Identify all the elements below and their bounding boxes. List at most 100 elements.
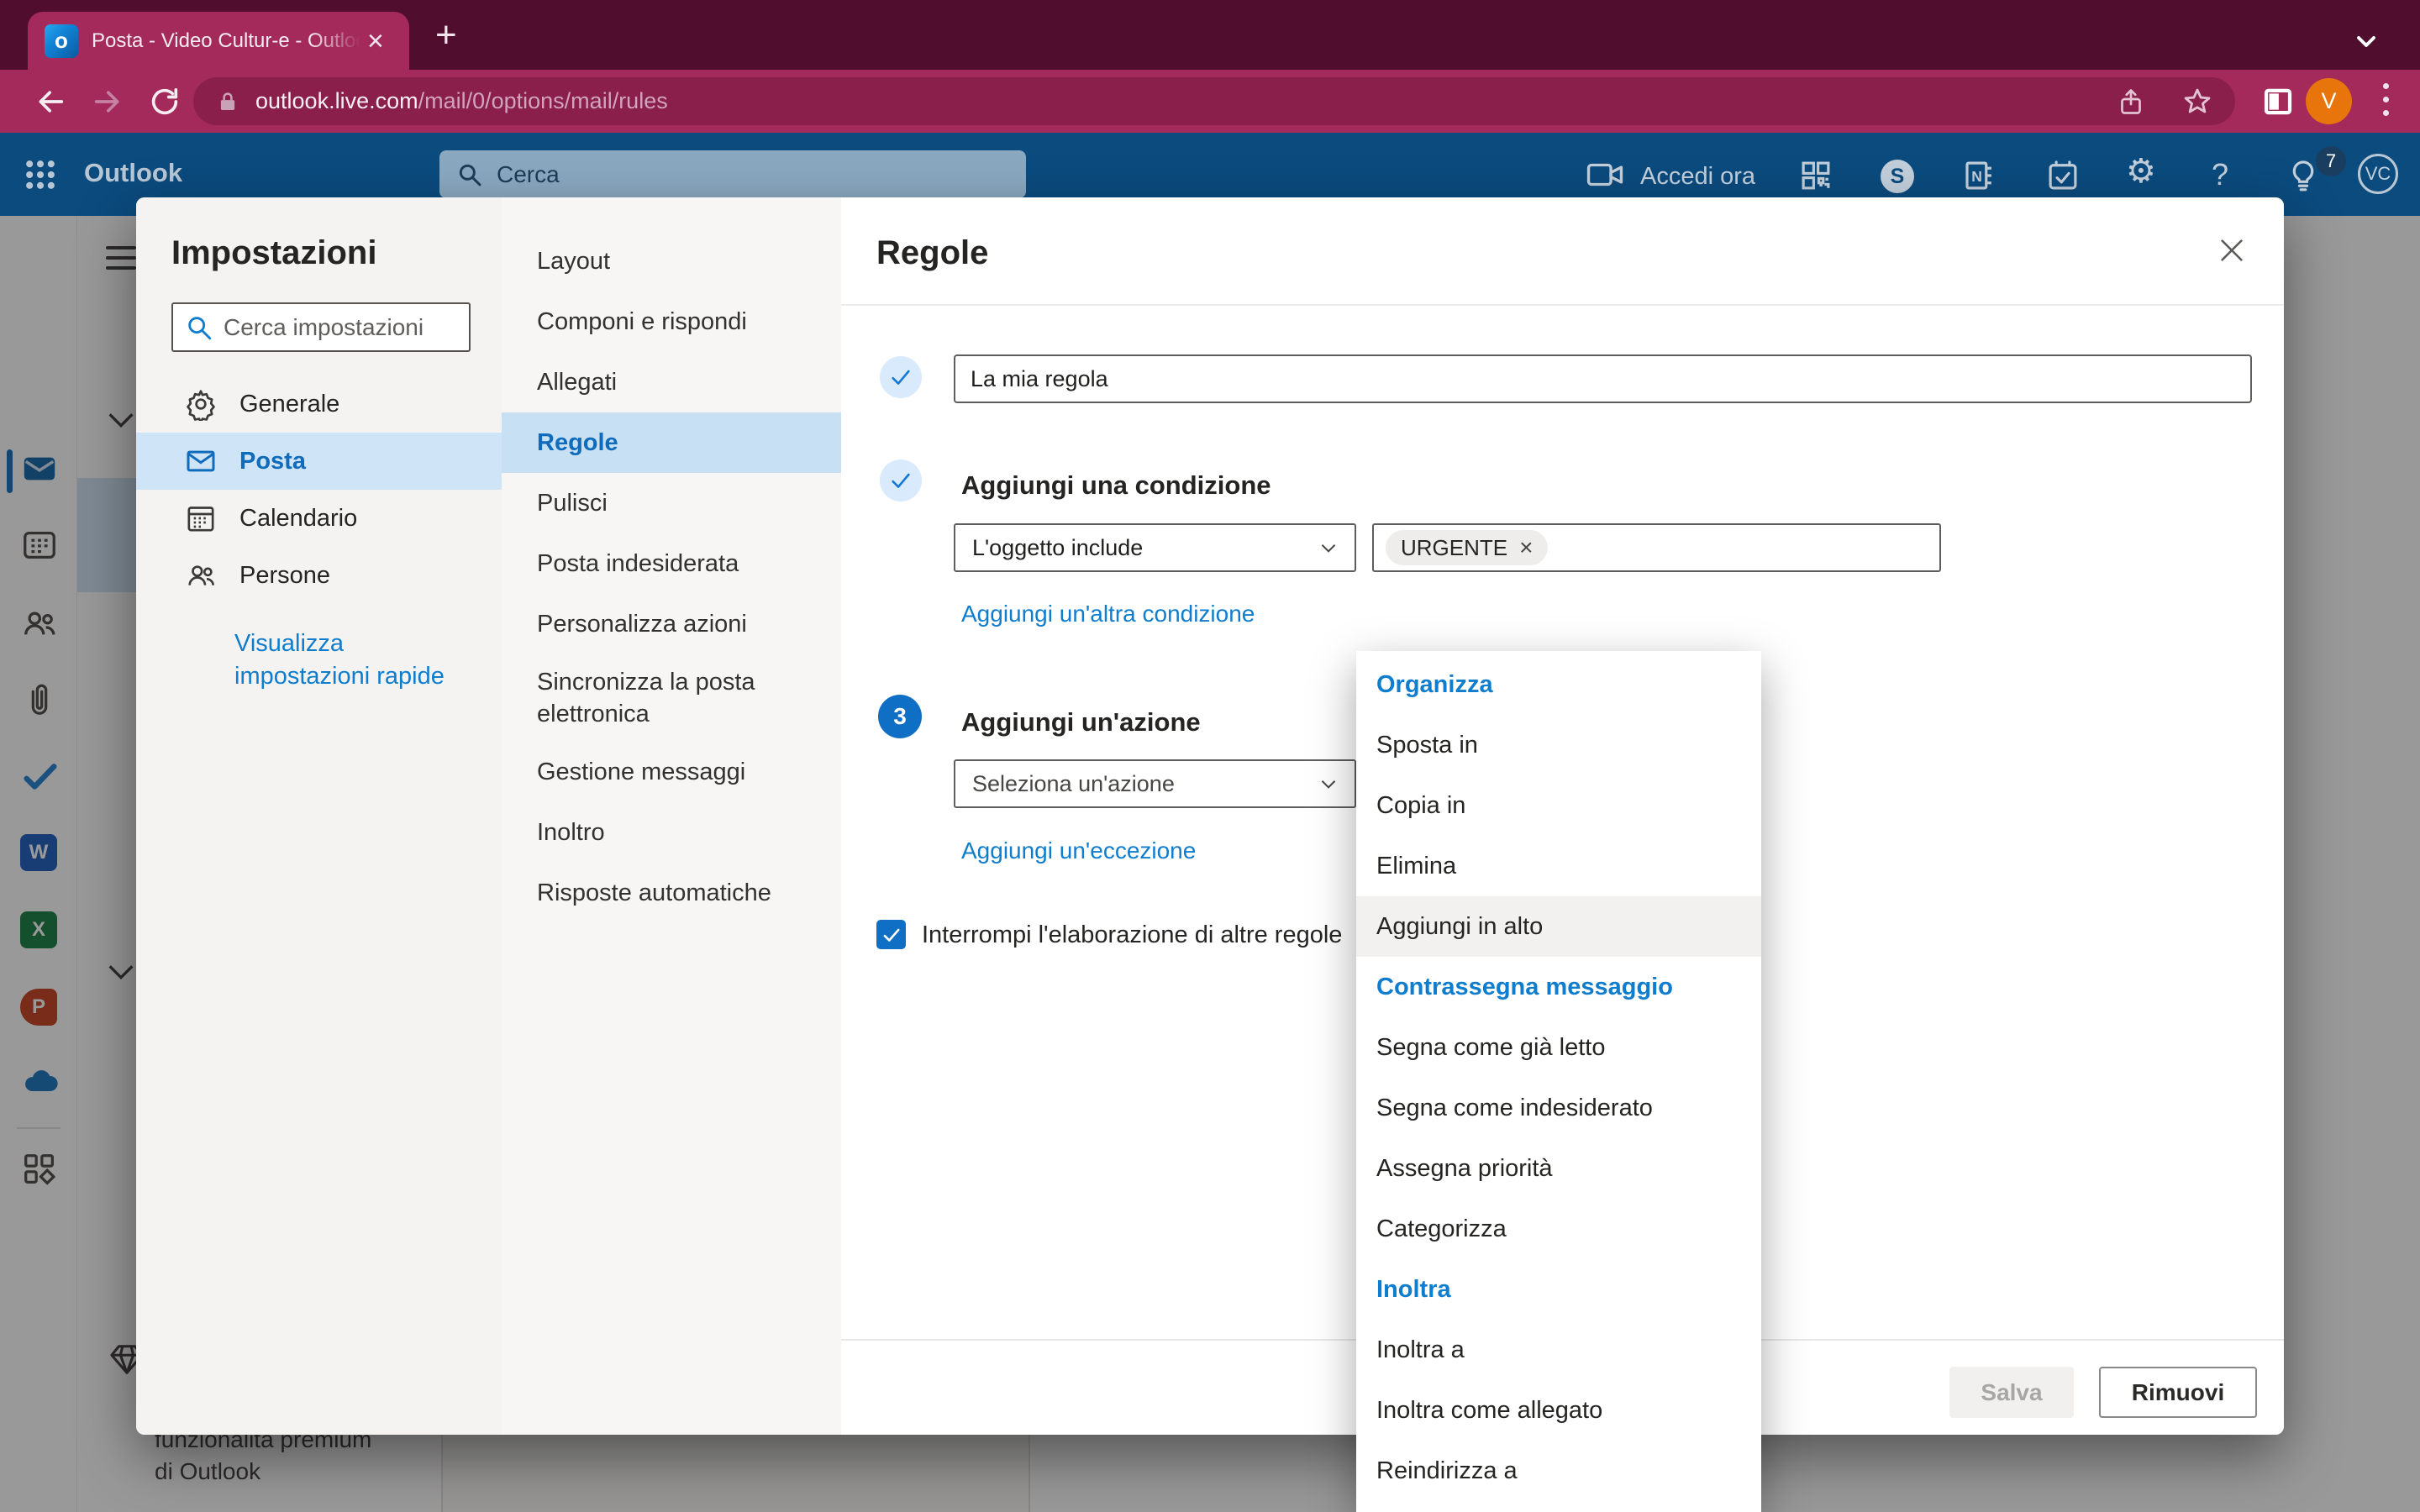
outlook-favicon-icon: o bbox=[45, 24, 78, 58]
settings-modal: Impostazioni Generale Posta Calendario P… bbox=[136, 197, 2284, 1435]
condition-select-value: L'oggetto include bbox=[972, 535, 1143, 561]
meet-camera-icon[interactable] bbox=[1586, 158, 1624, 192]
svg-text:N: N bbox=[1971, 168, 1982, 185]
sidebar-item-posta[interactable]: Posta bbox=[136, 433, 502, 490]
header-search-input[interactable] bbox=[497, 161, 967, 188]
gear-icon bbox=[182, 387, 219, 421]
subnav-item-personalizza-azioni[interactable]: Personalizza azioni bbox=[502, 594, 841, 654]
forward-button bbox=[91, 85, 124, 118]
browser-tabstrip: o Posta - Video Cultur-e - Outloo × + bbox=[0, 0, 2420, 70]
action-select-placeholder: Seleziona un'azione bbox=[972, 771, 1175, 797]
quick-settings-link[interactable]: Visualizza impostazioni rapide bbox=[234, 627, 453, 693]
join-now-link[interactable]: Accedi ora bbox=[1640, 163, 1755, 191]
tab-search-chevron-icon[interactable] bbox=[2351, 25, 2381, 55]
tab-close-icon[interactable]: × bbox=[367, 27, 384, 55]
browser-toolbar: outlook.live.com/mail/0/options/mail/rul… bbox=[0, 70, 2420, 133]
menu-item-segna-gia-letto[interactable]: Segna come già letto bbox=[1356, 1017, 1761, 1078]
page-title: Regole bbox=[876, 234, 988, 272]
subnav-item-risposte-automatiche[interactable]: Risposte automatiche bbox=[502, 863, 841, 923]
subnav-item-gestione-messaggi[interactable]: Gestione messaggi bbox=[502, 742, 841, 802]
subnav-item-componi[interactable]: Componi e rispondi bbox=[502, 291, 841, 352]
account-avatar[interactable]: VC bbox=[2358, 154, 2398, 194]
skype-icon[interactable]: S bbox=[1881, 160, 1914, 193]
menu-group-inoltra: Inoltra bbox=[1356, 1259, 1761, 1320]
sidebar-item-generale[interactable]: Generale bbox=[136, 375, 502, 433]
stop-processing-checkbox[interactable] bbox=[876, 920, 906, 949]
browser-menu-icon[interactable] bbox=[2383, 83, 2389, 116]
sidebar-item-calendario[interactable]: Calendario bbox=[136, 490, 502, 547]
qr-code-icon[interactable] bbox=[1798, 158, 1833, 193]
remove-button[interactable]: Rimuovi bbox=[2099, 1367, 2257, 1418]
mail-settings-subnav: Layout Componi e rispondi Allegati Regol… bbox=[502, 197, 841, 1435]
people-icon bbox=[182, 559, 219, 592]
header-search-bar[interactable] bbox=[439, 150, 1026, 198]
back-button[interactable] bbox=[34, 85, 67, 118]
app-launcher-icon[interactable] bbox=[22, 156, 59, 193]
new-tab-button[interactable]: + bbox=[435, 17, 457, 54]
bookmark-star-icon[interactable] bbox=[2181, 86, 2213, 118]
subnav-item-sincronizza[interactable]: Sincronizza la posta elettronica bbox=[502, 654, 841, 742]
menu-item-inoltra-come-allegato[interactable]: Inoltra come allegato bbox=[1356, 1380, 1761, 1441]
chevron-down-icon bbox=[1318, 537, 1339, 559]
menu-item-aggiungi-in-alto[interactable]: Aggiungi in alto bbox=[1356, 896, 1761, 957]
condition-chip: URGENTE × bbox=[1386, 530, 1548, 565]
subnav-item-posta-indesiderata[interactable]: Posta indesiderata bbox=[502, 533, 841, 594]
menu-item-assegna-priorita[interactable]: Assegna priorità bbox=[1356, 1138, 1761, 1199]
condition-heading: Aggiungi una condizione bbox=[961, 470, 1271, 501]
menu-item-categorizza[interactable]: Categorizza bbox=[1356, 1199, 1761, 1259]
subnav-item-pulisci[interactable]: Pulisci bbox=[502, 473, 841, 533]
action-dropdown-menu: Organizza Sposta in Copia in Elimina Agg… bbox=[1356, 651, 1761, 1512]
settings-search-input[interactable] bbox=[224, 314, 450, 341]
sidebar-item-label: Calendario bbox=[239, 505, 357, 533]
step1-check-icon bbox=[880, 356, 922, 398]
close-icon[interactable] bbox=[2211, 229, 2253, 271]
stop-processing-label: Interrompi l'elaborazione di altre regol… bbox=[922, 921, 1342, 949]
condition-select[interactable]: L'oggetto include bbox=[954, 523, 1356, 572]
browser-tab[interactable]: o Posta - Video Cultur-e - Outloo × bbox=[28, 12, 409, 70]
add-condition-link[interactable]: Aggiungi un'altra condizione bbox=[961, 601, 1255, 627]
sidebar-item-label: Persone bbox=[239, 562, 330, 590]
chip-label: URGENTE bbox=[1401, 535, 1507, 561]
url-bar[interactable]: outlook.live.com/mail/0/options/mail/rul… bbox=[193, 77, 2235, 125]
settings-gear-icon[interactable]: ⚙ bbox=[2126, 155, 2156, 188]
todo-icon[interactable] bbox=[2045, 158, 2081, 193]
sidebar-item-label: Posta bbox=[239, 448, 306, 475]
add-exception-link[interactable]: Aggiungi un'eccezione bbox=[961, 837, 1196, 864]
chip-remove-icon[interactable]: × bbox=[1519, 534, 1533, 561]
help-icon[interactable]: ? bbox=[2212, 158, 2228, 192]
subnav-item-allegati[interactable]: Allegati bbox=[502, 352, 841, 412]
notification-badge: 7 bbox=[2316, 146, 2346, 176]
action-select[interactable]: Seleziona un'azione bbox=[954, 759, 1356, 808]
menu-item-segna-indesiderato[interactable]: Segna come indesiderato bbox=[1356, 1078, 1761, 1138]
settings-title: Impostazioni bbox=[171, 234, 376, 272]
search-icon bbox=[456, 161, 483, 188]
menu-item-elimina[interactable]: Elimina bbox=[1356, 836, 1761, 896]
menu-item-inoltra-a[interactable]: Inoltra a bbox=[1356, 1320, 1761, 1380]
mail-icon bbox=[182, 444, 219, 478]
calendar-icon bbox=[182, 501, 219, 535]
sidebar-item-label: Generale bbox=[239, 391, 339, 418]
reload-button[interactable] bbox=[148, 85, 182, 118]
menu-group-contrassegna: Contrassegna messaggio bbox=[1356, 957, 1761, 1017]
sidebar-item-persone[interactable]: Persone bbox=[136, 547, 502, 604]
search-icon bbox=[185, 313, 213, 342]
step2-check-icon bbox=[880, 459, 922, 501]
menu-item-sposta-in[interactable]: Sposta in bbox=[1356, 715, 1761, 775]
subnav-item-layout[interactable]: Layout bbox=[502, 231, 841, 291]
panel-divider bbox=[841, 304, 2284, 306]
side-panel-icon[interactable] bbox=[2260, 84, 2296, 119]
tab-title: Posta - Video Cultur-e - Outloo bbox=[92, 29, 360, 53]
menu-item-reindirizza-a[interactable]: Reindirizza a bbox=[1356, 1441, 1761, 1501]
condition-value-field[interactable]: URGENTE × bbox=[1372, 523, 1941, 572]
rule-name-input[interactable] bbox=[954, 354, 2252, 403]
step3-number: 3 bbox=[878, 695, 922, 738]
share-icon[interactable] bbox=[2116, 87, 2146, 117]
browser-profile-avatar[interactable]: V bbox=[2306, 78, 2352, 124]
menu-item-copia-in[interactable]: Copia in bbox=[1356, 775, 1761, 836]
action-heading: Aggiungi un'azione bbox=[961, 707, 1201, 738]
subnav-item-inoltro[interactable]: Inoltro bbox=[502, 802, 841, 863]
outlook-logo[interactable]: Outlook bbox=[84, 158, 182, 188]
onenote-icon[interactable]: N bbox=[1961, 158, 1996, 193]
settings-search-box[interactable] bbox=[171, 302, 471, 352]
subnav-item-regole[interactable]: Regole bbox=[502, 412, 841, 473]
